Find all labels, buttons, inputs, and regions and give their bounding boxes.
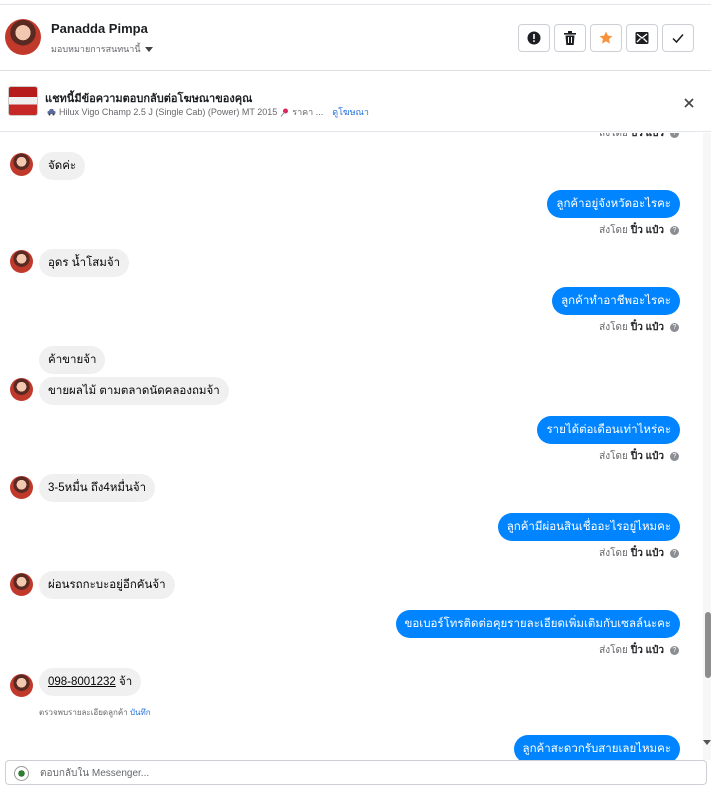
ad-details: Hilux Vigo Champ 2.5 J (Single Cab) (Pow… [47, 105, 369, 119]
star-icon [599, 31, 613, 44]
ad-car-model: Hilux Vigo Champ 2.5 J (Single Cab) (Pow… [59, 107, 278, 117]
help-icon[interactable]: ? [670, 452, 679, 461]
mark-unread-icon [635, 32, 649, 44]
message-incoming[interactable]: ขายผลไม้ ตามตลาดนัดคลองถมจ้า [39, 377, 229, 405]
message-bubble: ลูกค้าทำอาชีพอะไรคะ [552, 287, 680, 315]
trash-icon [564, 31, 576, 45]
assign-conversation-dropdown[interactable]: มอบหมายการสนทนานี้ [51, 42, 153, 56]
message-outgoing[interactable]: ลูกค้าสะดวกรับสายเลยไหมคะ [513, 735, 680, 760]
reply-composer[interactable] [5, 760, 707, 785]
conversation-header: Panadda Pimpa มอบหมายการสนทนานี้ [0, 5, 711, 71]
message-incoming[interactable]: 098-8001232 จ้า [39, 668, 142, 696]
message-incoming[interactable]: จัดค่ะ [39, 152, 86, 180]
message-outgoing[interactable]: รายได้ต่อเดือนเท่าไหร่คะ [537, 416, 680, 444]
sent-by-label: ส่งโดย ปิ๋ว แป๋ว ? [599, 546, 679, 561]
sent-by-prefix: ส่งโดย [599, 645, 628, 656]
sent-by-label: ส่งโดย ปิ๋ว แป๋ว ? [599, 449, 679, 464]
sender-name: ปิ๋ว แป๋ว [630, 451, 664, 462]
sender-name: ปิ๋ว แป๋ว [630, 645, 664, 656]
help-icon[interactable]: ? [670, 323, 679, 332]
sent-by-label: ส่งโดย ปิ๋ว แป๋ว ? [599, 133, 679, 141]
save-detail-link[interactable]: บันทึก [130, 708, 151, 717]
help-icon[interactable]: ? [670, 646, 679, 655]
sent-by-prefix: ส่งโดย [599, 133, 628, 139]
message-suffix: จ้า [115, 676, 133, 688]
sender-name: ปิ๋ว แป๋ว [630, 322, 664, 333]
mark-spam-button[interactable] [518, 24, 550, 52]
message-bubble: รายได้ต่อเดือนเท่าไหร่คะ [537, 416, 680, 444]
message-bubble: อุดร น้ำโสมจ้า [39, 249, 130, 277]
close-banner-button[interactable] [682, 96, 696, 110]
page-avatar [14, 766, 29, 781]
sent-by-label: ส่งโดย ปิ๋ว แป๋ว ? [599, 643, 679, 658]
sender-name: ปิ๋ว แป๋ว [630, 133, 664, 139]
avatar[interactable] [5, 19, 41, 55]
message-incoming[interactable]: ผ่อนรถกะบะอยู่อีกคันจ้า [39, 571, 175, 599]
sent-by-label: ส่งโดย ปิ๋ว แป๋ว ? [599, 320, 679, 335]
ad-price: ราคา ... [292, 107, 324, 117]
message-outgoing[interactable]: ลูกค้ามีผ่อนสินเชื่ออะไรอยู่ไหมคะ [497, 513, 680, 541]
phone-number-link[interactable]: 098-8001232 [48, 676, 116, 688]
message-bubble: 098-8001232 จ้า [39, 668, 142, 696]
sent-by-prefix: ส่งโดย [599, 322, 628, 333]
message-incoming[interactable]: อุดร น้ำโสมจ้า [39, 249, 130, 277]
view-ad-link[interactable]: ดูโฆษณา [332, 105, 369, 119]
message-bubble: ขายผลไม้ ตามตลาดนัดคลองถมจ้า [39, 377, 229, 405]
mark-unread-button[interactable] [626, 24, 658, 52]
help-icon[interactable]: ? [670, 549, 679, 558]
detail-detected-text: ตรวจพบรายละเอียดลูกค้า [39, 708, 128, 717]
sent-by-label: ส่งโดย ปิ๋ว แป๋ว ? [599, 223, 679, 238]
avatar[interactable] [10, 378, 33, 401]
check-icon [672, 34, 684, 44]
sent-by-prefix: ส่งโดย [599, 225, 628, 236]
delete-button[interactable] [554, 24, 586, 52]
message-outgoing[interactable]: ลูกค้าทำอาชีพอะไรคะ [552, 287, 680, 315]
message-bubble: ขอเบอร์โทรติดต่อคุยรายละเอียดเพิ่มเติมกั… [395, 610, 680, 638]
avatar[interactable] [10, 573, 33, 596]
message-bubble: ลูกค้าสะดวกรับสายเลยไหมคะ [513, 735, 680, 760]
sent-by-prefix: ส่งโดย [599, 451, 628, 462]
pin-icon [280, 108, 289, 117]
ad-reply-banner: แชทนี้มีข้อความตอบกลับต่อโฆษณาของคุณ Hil… [0, 72, 711, 132]
contact-name[interactable]: Panadda Pimpa [51, 21, 148, 36]
ad-thumbnail[interactable] [8, 86, 38, 116]
close-icon [684, 98, 694, 108]
reply-input[interactable] [40, 765, 660, 781]
sender-name: ปิ๋ว แป๋ว [630, 548, 664, 559]
car-icon [47, 109, 56, 116]
star-button[interactable] [590, 24, 622, 52]
message-outgoing[interactable]: ลูกค้าอยู่จังหวัดอะไรคะ [547, 190, 680, 218]
avatar[interactable] [10, 476, 33, 499]
scroll-down-arrow-icon[interactable] [703, 740, 711, 745]
message-bubble: ลูกค้ามีผ่อนสินเชื่ออะไรอยู่ไหมคะ [497, 513, 680, 541]
avatar[interactable] [10, 674, 33, 697]
message-bubble: ผ่อนรถกะบะอยู่อีกคันจ้า [39, 571, 175, 599]
message-bubble: ค้าขายจ้า [39, 346, 106, 374]
message-bubble: ลูกค้าอยู่จังหวัดอะไรคะ [547, 190, 680, 218]
message-incoming[interactable]: 3-5หมื่น ถึง4หมื่นจ้า [39, 474, 156, 502]
header-actions [518, 24, 694, 52]
customer-detail-note: ตรวจพบรายละเอียดลูกค้า บันทึก [39, 706, 151, 719]
message-bubble: จัดค่ะ [39, 152, 86, 180]
help-icon[interactable]: ? [670, 133, 679, 138]
message-incoming[interactable]: ค้าขายจ้า [39, 346, 106, 374]
avatar[interactable] [10, 153, 33, 176]
message-outgoing[interactable]: ขอเบอร์โทรติดต่อคุยรายละเอียดเพิ่มเติมกั… [395, 610, 680, 638]
avatar[interactable] [10, 250, 33, 273]
mark-done-button[interactable] [662, 24, 694, 52]
message-thread[interactable]: ส่งโดย ปิ๋ว แป๋ว ? จัดค่ะ ลูกค้าอยู่จังห… [0, 133, 711, 760]
sender-name: ปิ๋ว แป๋ว [630, 225, 664, 236]
sent-by-prefix: ส่งโดย [599, 548, 628, 559]
caret-down-icon [144, 47, 153, 52]
help-icon[interactable]: ? [670, 226, 679, 235]
alert-icon [527, 31, 541, 45]
assign-label: มอบหมายการสนทนานี้ [51, 44, 141, 54]
scrollbar-thumb[interactable] [705, 612, 711, 678]
message-bubble: 3-5หมื่น ถึง4หมื่นจ้า [39, 474, 156, 502]
